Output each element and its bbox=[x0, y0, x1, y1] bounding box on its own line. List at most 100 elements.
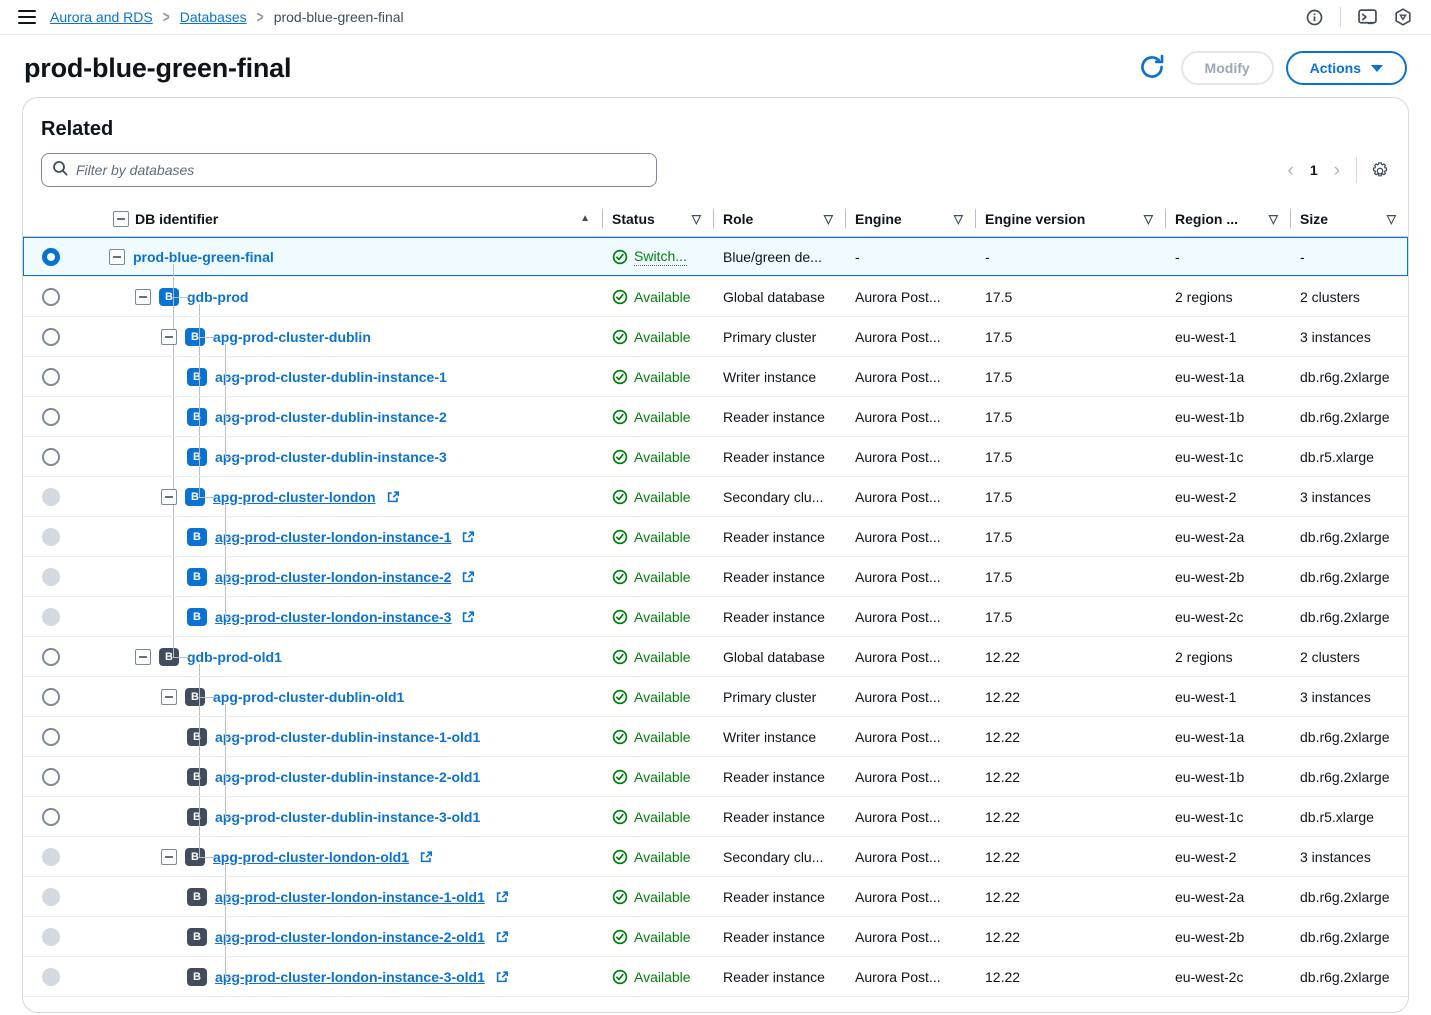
db-identifier-link[interactable]: apg-prod-cluster-dublin-instance-1-old1 bbox=[215, 729, 480, 745]
info-icon[interactable] bbox=[1304, 7, 1324, 27]
db-identifier-link[interactable]: apg-prod-cluster-london-instance-1-old1 bbox=[215, 889, 485, 905]
page-number[interactable]: 1 bbox=[1310, 162, 1318, 178]
filter-icon[interactable]: ▽ bbox=[1387, 212, 1396, 226]
row-radio-button[interactable] bbox=[42, 768, 60, 786]
table-row[interactable]: Bapg-prod-cluster-london Available Secon… bbox=[23, 477, 1408, 517]
table-row[interactable]: Bapg-prod-cluster-london-instance-1-old1… bbox=[23, 877, 1408, 917]
modify-button[interactable]: Modify bbox=[1181, 51, 1274, 85]
column-header-engine[interactable]: Engine ▽ bbox=[845, 201, 975, 236]
tree-collapse-toggle[interactable] bbox=[161, 329, 177, 345]
status-cell: Available bbox=[602, 969, 713, 985]
filter-icon[interactable]: ▽ bbox=[1269, 212, 1278, 226]
role-cell: Global database bbox=[713, 289, 845, 305]
db-identifier-link[interactable]: apg-prod-cluster-dublin-old1 bbox=[213, 689, 404, 705]
db-identifier-link[interactable]: apg-prod-cluster-london-instance-2-old1 bbox=[215, 929, 485, 945]
status-cell: Available bbox=[602, 889, 713, 905]
filter-icon[interactable]: ▽ bbox=[824, 212, 833, 226]
db-identifier-link[interactable]: gdb-prod bbox=[187, 289, 248, 305]
db-identifier-link[interactable]: apg-prod-cluster-london-instance-3 bbox=[215, 609, 451, 625]
table-row[interactable]: Bapg-prod-cluster-dublin-instance-3 Avai… bbox=[23, 437, 1408, 477]
tree-collapse-toggle[interactable] bbox=[135, 289, 151, 305]
table-row[interactable]: Bapg-prod-cluster-dublin-instance-1-old1… bbox=[23, 717, 1408, 757]
filter-icon[interactable]: ▽ bbox=[954, 212, 963, 226]
row-radio-button[interactable] bbox=[42, 448, 60, 466]
chevron-right-icon[interactable]: › bbox=[1332, 161, 1342, 180]
tree-collapse-toggle[interactable] bbox=[161, 489, 177, 505]
tree-collapse-toggle[interactable] bbox=[109, 249, 125, 265]
table-row[interactable]: Bgdb-prod-old1 Available Global database… bbox=[23, 637, 1408, 677]
db-identifier-link[interactable]: apg-prod-cluster-london-old1 bbox=[213, 849, 409, 865]
breadcrumb-databases[interactable]: Databases bbox=[180, 9, 247, 25]
tree-collapse-toggle[interactable] bbox=[135, 649, 151, 665]
table-row[interactable]: Bapg-prod-cluster-london-instance-3-old1… bbox=[23, 957, 1408, 997]
db-identifier-link[interactable]: apg-prod-cluster-london-instance-3-old1 bbox=[215, 969, 485, 985]
db-identifier-link[interactable]: apg-prod-cluster-london bbox=[213, 489, 376, 505]
column-header-region[interactable]: Region ... ▽ bbox=[1165, 201, 1290, 236]
tree-collapse-toggle[interactable] bbox=[161, 849, 177, 865]
breadcrumb-aurora-rds[interactable]: Aurora and RDS bbox=[50, 9, 153, 25]
db-identifier-link[interactable]: apg-prod-cluster-dublin-instance-2-old1 bbox=[215, 769, 480, 785]
db-identifier-link[interactable]: apg-prod-cluster-london-instance-2 bbox=[215, 569, 451, 585]
table-row[interactable]: Bapg-prod-cluster-dublin Available Prima… bbox=[23, 317, 1408, 357]
column-header-role[interactable]: Role ▽ bbox=[713, 201, 845, 236]
column-header-db-identifier[interactable]: DB identifier ▲ bbox=[79, 201, 602, 236]
table-row[interactable]: Bapg-prod-cluster-dublin-instance-2 Avai… bbox=[23, 397, 1408, 437]
chevron-left-icon[interactable]: ‹ bbox=[1286, 161, 1296, 180]
table-row[interactable]: Bapg-prod-cluster-london-old1 Available … bbox=[23, 837, 1408, 877]
collapse-all-toggle[interactable] bbox=[113, 211, 129, 227]
status-cell: Available bbox=[602, 769, 713, 785]
table-row[interactable]: Bapg-prod-cluster-dublin-old1 Available … bbox=[23, 677, 1408, 717]
row-radio-button[interactable] bbox=[42, 368, 60, 386]
table-row[interactable]: Bapg-prod-cluster-london-instance-2 Avai… bbox=[23, 557, 1408, 597]
db-identifier-link[interactable]: apg-prod-cluster-dublin-instance-3 bbox=[215, 449, 447, 465]
db-identifier-cell: Bapg-prod-cluster-dublin-old1 bbox=[79, 677, 602, 716]
db-identifier-link[interactable]: apg-prod-cluster-dublin-instance-3-old1 bbox=[215, 809, 480, 825]
engine-version-cell: 17.5 bbox=[975, 489, 1165, 505]
cloudshell-icon[interactable] bbox=[1357, 7, 1377, 27]
row-radio-button[interactable] bbox=[42, 288, 60, 306]
row-radio-button[interactable] bbox=[42, 808, 60, 826]
db-identifier-link[interactable]: apg-prod-cluster-dublin-instance-1 bbox=[215, 369, 447, 385]
row-select-cell bbox=[23, 928, 79, 946]
row-radio-button[interactable] bbox=[42, 688, 60, 706]
filter-databases-input[interactable] bbox=[76, 162, 646, 178]
table-row[interactable]: Bapg-prod-cluster-dublin-instance-3-old1… bbox=[23, 797, 1408, 837]
filter-icon[interactable]: ▽ bbox=[692, 212, 701, 226]
row-radio-button[interactable] bbox=[42, 328, 60, 346]
filter-icon[interactable]: ▽ bbox=[1144, 212, 1153, 226]
column-header-status[interactable]: Status ▽ bbox=[602, 201, 713, 236]
tree-collapse-toggle[interactable] bbox=[161, 689, 177, 705]
table-row[interactable]: Bapg-prod-cluster-london-instance-2-old1… bbox=[23, 917, 1408, 957]
table-row[interactable]: Bapg-prod-cluster-dublin-instance-2-old1… bbox=[23, 757, 1408, 797]
page-header: prod-blue-green-final Modify Actions bbox=[0, 35, 1431, 97]
row-radio-button[interactable] bbox=[42, 648, 60, 666]
db-identifier-cell: Bapg-prod-cluster-dublin-instance-2 bbox=[79, 397, 602, 436]
db-identifier-link[interactable]: gdb-prod-old1 bbox=[187, 649, 282, 665]
refresh-button[interactable] bbox=[1135, 51, 1169, 85]
table-row[interactable]: prod-blue-green-final Switch... Blue/gre… bbox=[23, 237, 1408, 277]
gear-icon[interactable] bbox=[1371, 161, 1390, 180]
hamburger-menu-icon[interactable] bbox=[18, 10, 36, 24]
row-radio-button[interactable] bbox=[42, 248, 60, 266]
column-header-engine-version[interactable]: Engine version ▽ bbox=[975, 201, 1165, 236]
row-radio-button[interactable] bbox=[42, 728, 60, 746]
table-row[interactable]: Bgdb-prod Available Global database Auro… bbox=[23, 277, 1408, 317]
db-identifier-link[interactable]: apg-prod-cluster-dublin bbox=[213, 329, 371, 345]
column-header-size[interactable]: Size ▽ bbox=[1290, 201, 1408, 236]
hexagon-settings-icon[interactable] bbox=[1393, 7, 1413, 27]
engine-version-cell: 12.22 bbox=[975, 929, 1165, 945]
status-available-icon bbox=[612, 409, 628, 425]
row-select-cell bbox=[23, 488, 79, 506]
table-row[interactable]: Bapg-prod-cluster-dublin-instance-1 Avai… bbox=[23, 357, 1408, 397]
db-identifier-link[interactable]: apg-prod-cluster-dublin-instance-2 bbox=[215, 409, 447, 425]
selection-column-header bbox=[23, 201, 79, 236]
sort-ascending-icon[interactable]: ▲ bbox=[580, 213, 590, 224]
table-row[interactable]: Bapg-prod-cluster-london-instance-1 Avai… bbox=[23, 517, 1408, 557]
db-identifier-link[interactable]: prod-blue-green-final bbox=[133, 249, 274, 265]
actions-button[interactable]: Actions bbox=[1286, 51, 1407, 85]
row-radio-button[interactable] bbox=[42, 408, 60, 426]
table-row[interactable]: Bapg-prod-cluster-london-instance-3 Avai… bbox=[23, 597, 1408, 637]
db-identifier-link[interactable]: apg-prod-cluster-london-instance-1 bbox=[215, 529, 451, 545]
role-cell: Primary cluster bbox=[713, 329, 845, 345]
role-cell: Reader instance bbox=[713, 929, 845, 945]
